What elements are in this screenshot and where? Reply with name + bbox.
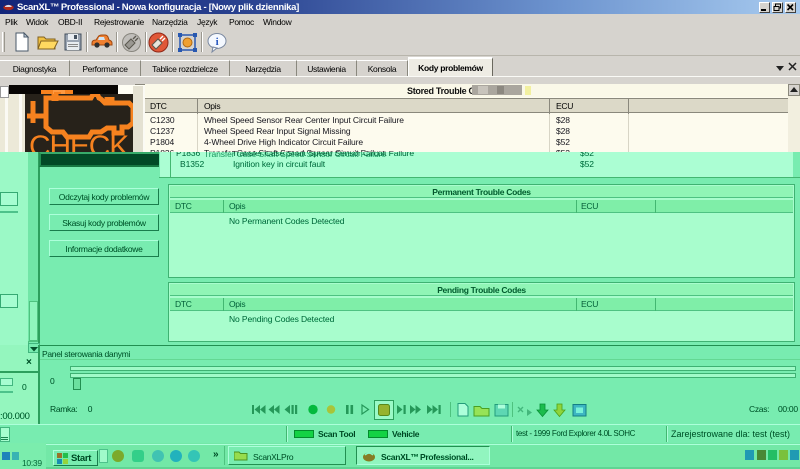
svg-text:i: i <box>216 36 219 48</box>
